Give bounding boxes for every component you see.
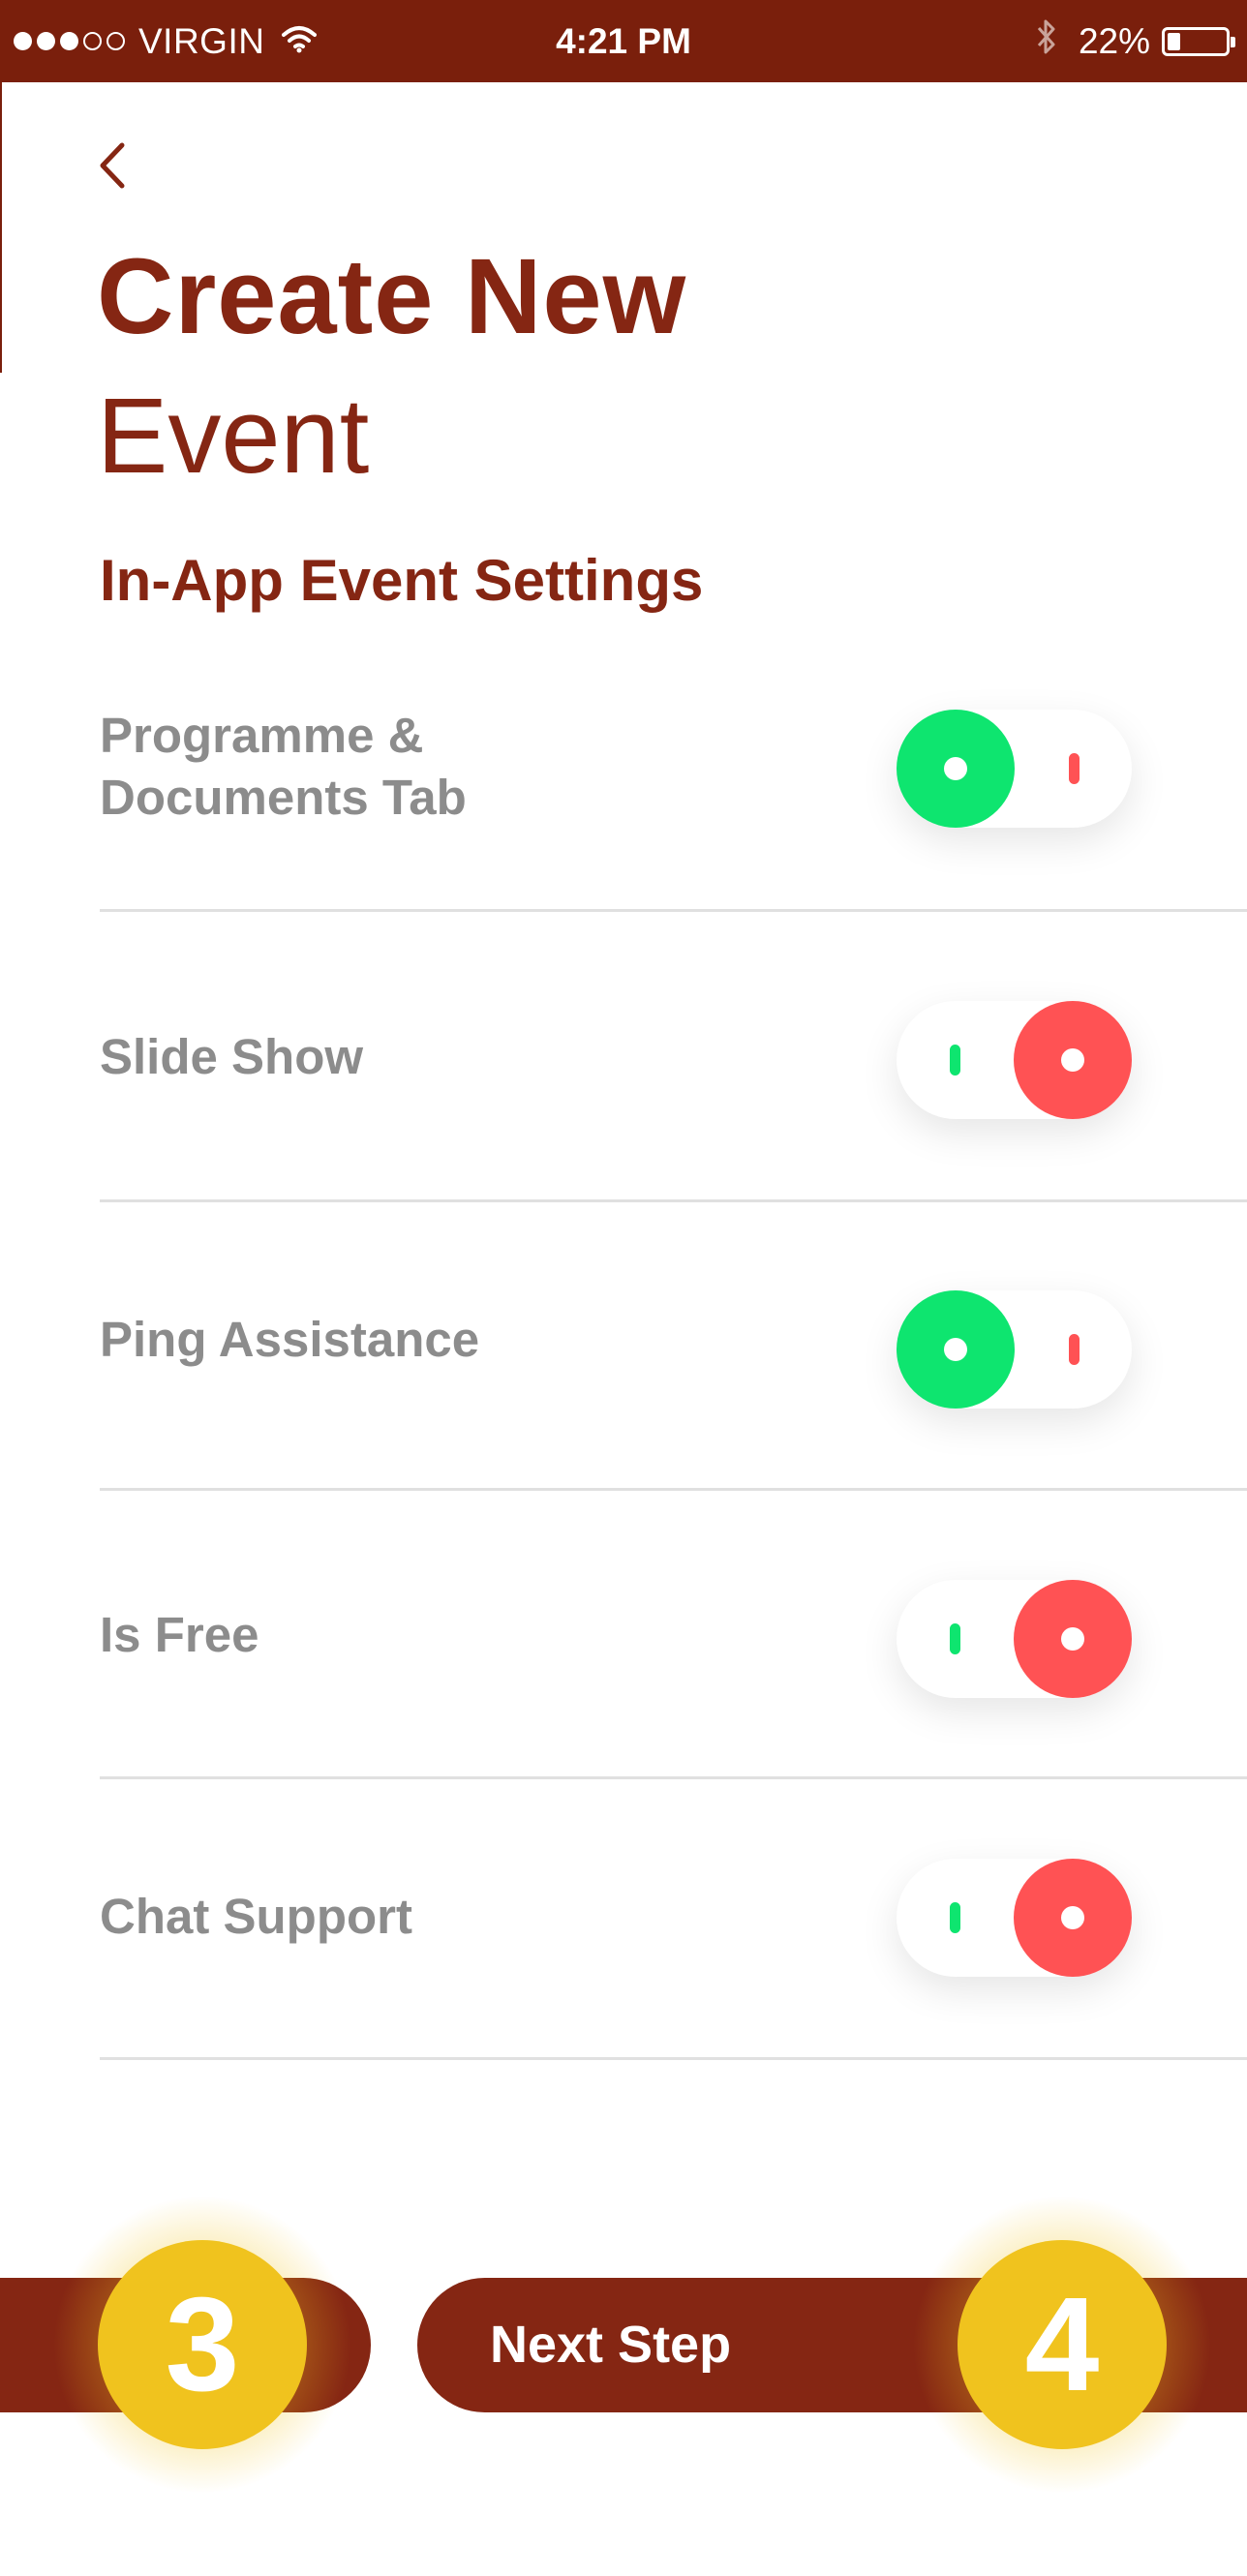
setting-row-is-free: Is Free [100, 1491, 1247, 1779]
current-step-badge: 3 [98, 2240, 307, 2449]
setting-label: Is Free [100, 1607, 259, 1662]
page-subtitle: Event [97, 377, 370, 496]
toggle-knob [1014, 1001, 1132, 1119]
setting-row-chat-support: Chat Support [100, 1779, 1247, 2061]
status-bar: VIRGIN 4:21 PM 22% [0, 0, 1247, 82]
next-step-label: Next Step [490, 2316, 732, 2374]
setting-label: Ping Assistance [100, 1312, 480, 1367]
is-free-toggle[interactable] [897, 1580, 1132, 1698]
edge-accent [0, 82, 2, 373]
chat-support-toggle[interactable] [897, 1859, 1132, 1977]
programme-documents-toggle[interactable] [897, 710, 1132, 828]
section-title: In-App Event Settings [100, 548, 704, 613]
slide-show-toggle[interactable] [897, 1001, 1132, 1119]
toggle-on-indicator [950, 1902, 960, 1933]
next-step-badge[interactable]: 4 [958, 2240, 1167, 2449]
setting-label: Chat Support [100, 1889, 412, 1944]
toggle-knob [1014, 1580, 1132, 1698]
back-button[interactable] [91, 132, 141, 199]
toggle-knob [897, 710, 1015, 828]
toggle-off-indicator [1069, 1334, 1080, 1365]
step-navigation: Next Step 3 4 [0, 2195, 1247, 2495]
toggle-knob [897, 1290, 1015, 1409]
toggle-on-indicator [950, 1045, 960, 1076]
setting-label: Programme & Documents Tab [100, 708, 467, 825]
toggle-off-indicator [1069, 753, 1080, 784]
battery-percent: 22% [1078, 20, 1150, 61]
setting-row-programme-documents: Programme & Documents Tab [100, 705, 1247, 912]
status-right: 22% [1036, 0, 1235, 82]
setting-label: Slide Show [100, 1029, 364, 1084]
toggle-knob [1014, 1859, 1132, 1977]
toggle-on-indicator [950, 1623, 960, 1654]
setting-row-ping-assistance: Ping Assistance [100, 1202, 1247, 1491]
setting-row-slide-show: Slide Show [100, 912, 1247, 1202]
divider [100, 2057, 1247, 2060]
ping-assistance-toggle[interactable] [897, 1290, 1132, 1409]
battery-fill [1168, 32, 1180, 50]
chevron-left-icon [100, 142, 125, 189]
battery-icon [1162, 26, 1235, 56]
page-title: Create New [97, 237, 687, 356]
bluetooth-icon [1036, 17, 1057, 65]
